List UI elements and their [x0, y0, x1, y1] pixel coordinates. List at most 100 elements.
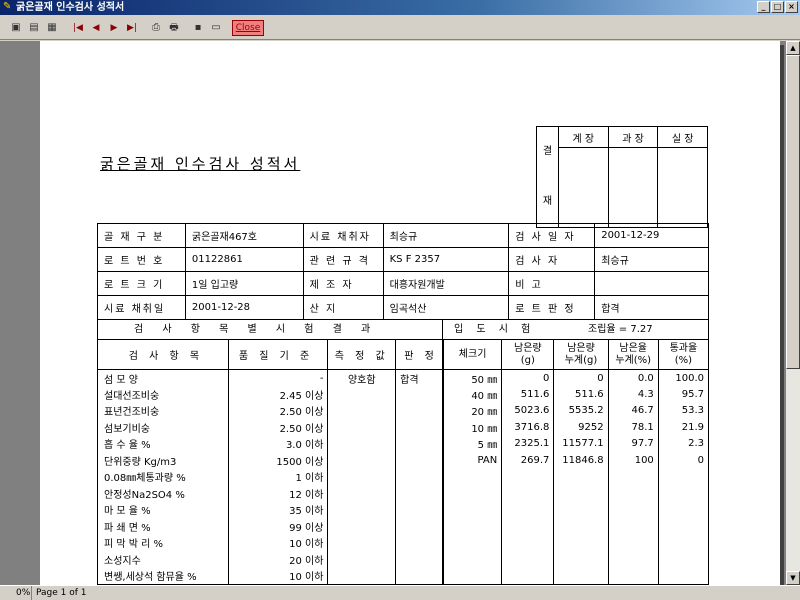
grading-cell: [553, 534, 609, 551]
test-cell: 2.50 이상: [228, 402, 329, 419]
test-cell: 2.50 이상: [228, 419, 329, 436]
grading-cell: [553, 468, 609, 485]
test-cell: 10 이하: [228, 534, 329, 551]
preview-area[interactable]: 굵은골재 인수검사 성적서 결 재 계 장 과 장 실 장 골 재 구 분 굵은골…: [0, 41, 786, 585]
info-label: 로 트 판 정: [508, 295, 596, 320]
last-page-icon[interactable]: ▶|: [124, 20, 140, 36]
info-value: 최승규: [382, 223, 510, 248]
info-value: KS F 2357: [382, 247, 510, 272]
scroll-thumb[interactable]: [786, 55, 800, 369]
test-cell: [395, 518, 443, 535]
grading-cell: [553, 567, 609, 584]
grading-empty-row: [443, 551, 710, 568]
scroll-up-icon[interactable]: ▲: [786, 41, 800, 55]
grading-cell: [608, 501, 659, 518]
grading-empty-row: [443, 468, 710, 485]
grading-row: PAN 269.7 11846.8 100 0: [443, 452, 710, 469]
grading-cell: [658, 567, 710, 584]
grading-cell: 4.3: [608, 386, 659, 403]
print-icon[interactable]: 🖶: [166, 20, 182, 36]
info-value: [594, 271, 709, 296]
grading-section-title: 입 도 시 험: [454, 324, 536, 335]
test-cell: -: [228, 369, 329, 386]
scroll-down-icon[interactable]: ▼: [786, 571, 800, 585]
grading-cell: [658, 485, 710, 502]
test-row: 섬 모 양 - 양호함 합격: [97, 369, 443, 386]
grading-cell: 5023.6: [501, 402, 555, 419]
report-window: ✎ 굵은골재 인수검사 성적서 _ □ × ▣ ▤ ▦ |◀ ◀ ▶ ▶| ⎙ …: [0, 0, 800, 600]
grading-table: 체크기 남은량 (g) 남은량 누계(g) 남은율 누계(%) 통과율 (%) 50 ㎜ 0 0 0.…: [443, 339, 710, 585]
two-page-icon[interactable]: ▤: [26, 20, 42, 36]
prev-page-icon[interactable]: ◀: [88, 20, 104, 36]
test-cell: 20 이하: [228, 551, 329, 568]
report-title: 굵은골재 인수검사 성적서: [100, 155, 301, 173]
test-cell: 흡 수 율 %: [97, 435, 229, 452]
test-cell: [327, 485, 397, 502]
grading-column-header: 남은율 누계(%): [608, 339, 659, 370]
test-row: 안정성Na2SO4 % 12 이하: [97, 485, 443, 502]
maximize-button[interactable]: □: [771, 1, 784, 13]
next-page-icon[interactable]: ▶: [106, 20, 122, 36]
info-label: 검 사 자: [508, 247, 596, 272]
grading-cell: 9252: [553, 419, 609, 436]
info-row: 시료 채취일 2001-12-28 산 지 임곡석산 로 트 판 정 합격: [97, 295, 709, 320]
approval-header: 계 장: [558, 126, 609, 148]
vertical-scrollbar[interactable]: ▲ ▼: [786, 41, 800, 585]
test-cell: [395, 419, 443, 436]
info-label: 산 지: [302, 295, 384, 320]
test-row: 설대선조비숭 2.45 이상: [97, 386, 443, 403]
test-column-header: 품 질 기 준: [228, 339, 329, 370]
minimize-button[interactable]: _: [757, 1, 770, 13]
app-icon: ✎: [3, 1, 12, 12]
grading-cell: [553, 518, 609, 535]
test-cell: 99 이상: [228, 518, 329, 535]
page-shadow: [780, 45, 784, 585]
grading-cell: [443, 518, 503, 535]
grading-cell: 0.0: [608, 369, 659, 386]
grading-cell: 100.0: [658, 369, 710, 386]
test-cell: [327, 551, 397, 568]
test-cell: [395, 534, 443, 551]
test-cell: [327, 419, 397, 436]
page-view-icon[interactable]: ▣: [8, 20, 24, 36]
test-row: 단위중량 Kg/m3 1500 이상: [97, 452, 443, 469]
grading-cell: [658, 518, 710, 535]
first-page-icon[interactable]: |◀: [70, 20, 86, 36]
grading-cell: 511.6: [501, 386, 555, 403]
grading-cell: 269.7: [501, 452, 555, 469]
fit-icon[interactable]: ▦: [44, 20, 60, 36]
info-row: 로 트 크 기 1일 입고량 제 조 자 대흥자원개발 비 고: [97, 271, 709, 296]
grading-row: 10 ㎜ 3716.8 9252 78.1 21.9: [443, 419, 710, 436]
test-cell: 섬보기비숭: [97, 419, 229, 436]
test-section-title: 검 사 항 목 별 시 험 결 과: [98, 320, 443, 340]
info-label: 제 조 자: [302, 271, 384, 296]
test-cell: [395, 485, 443, 502]
toolbar: ▣ ▤ ▦ |◀ ◀ ▶ ▶| ⎙ 🖶 ▪ ▭ Close: [0, 16, 800, 40]
close-window-button[interactable]: ×: [785, 1, 798, 13]
test-row: 변쌩,세상석 함뮤율 % 10 이하: [97, 567, 443, 584]
test-cell: [327, 452, 397, 469]
print-setup-icon[interactable]: ⎙: [148, 20, 164, 36]
grading-empty-row: [443, 534, 710, 551]
grading-row: 5 ㎜ 2325.1 11577.1 97.7 2.3: [443, 435, 710, 452]
grading-cell: [608, 485, 659, 502]
test-cell: 12 이하: [228, 485, 329, 502]
open-icon[interactable]: ▭: [208, 20, 224, 36]
grading-row: 50 ㎜ 0 0 0.0 100.0: [443, 369, 710, 386]
grading-empty-row: [443, 518, 710, 535]
grading-cell: 50 ㎜: [443, 369, 503, 386]
grading-cell: [608, 518, 659, 535]
approval-cell: [607, 147, 659, 228]
test-row: 마 모 율 % 35 이하: [97, 501, 443, 518]
test-cell: 소성지수: [97, 551, 229, 568]
grading-cell: [443, 501, 503, 518]
grading-empty-row: [443, 567, 710, 584]
test-cell: [395, 452, 443, 469]
grading-cell: PAN: [443, 452, 503, 469]
grading-cell: 97.7: [608, 435, 659, 452]
test-cell: 안정성Na2SO4 %: [97, 485, 229, 502]
close-button[interactable]: Close: [232, 20, 264, 36]
save-icon[interactable]: ▪: [190, 20, 206, 36]
test-cell: [395, 468, 443, 485]
test-row: 흡 수 율 % 3.0 이하: [97, 435, 443, 452]
